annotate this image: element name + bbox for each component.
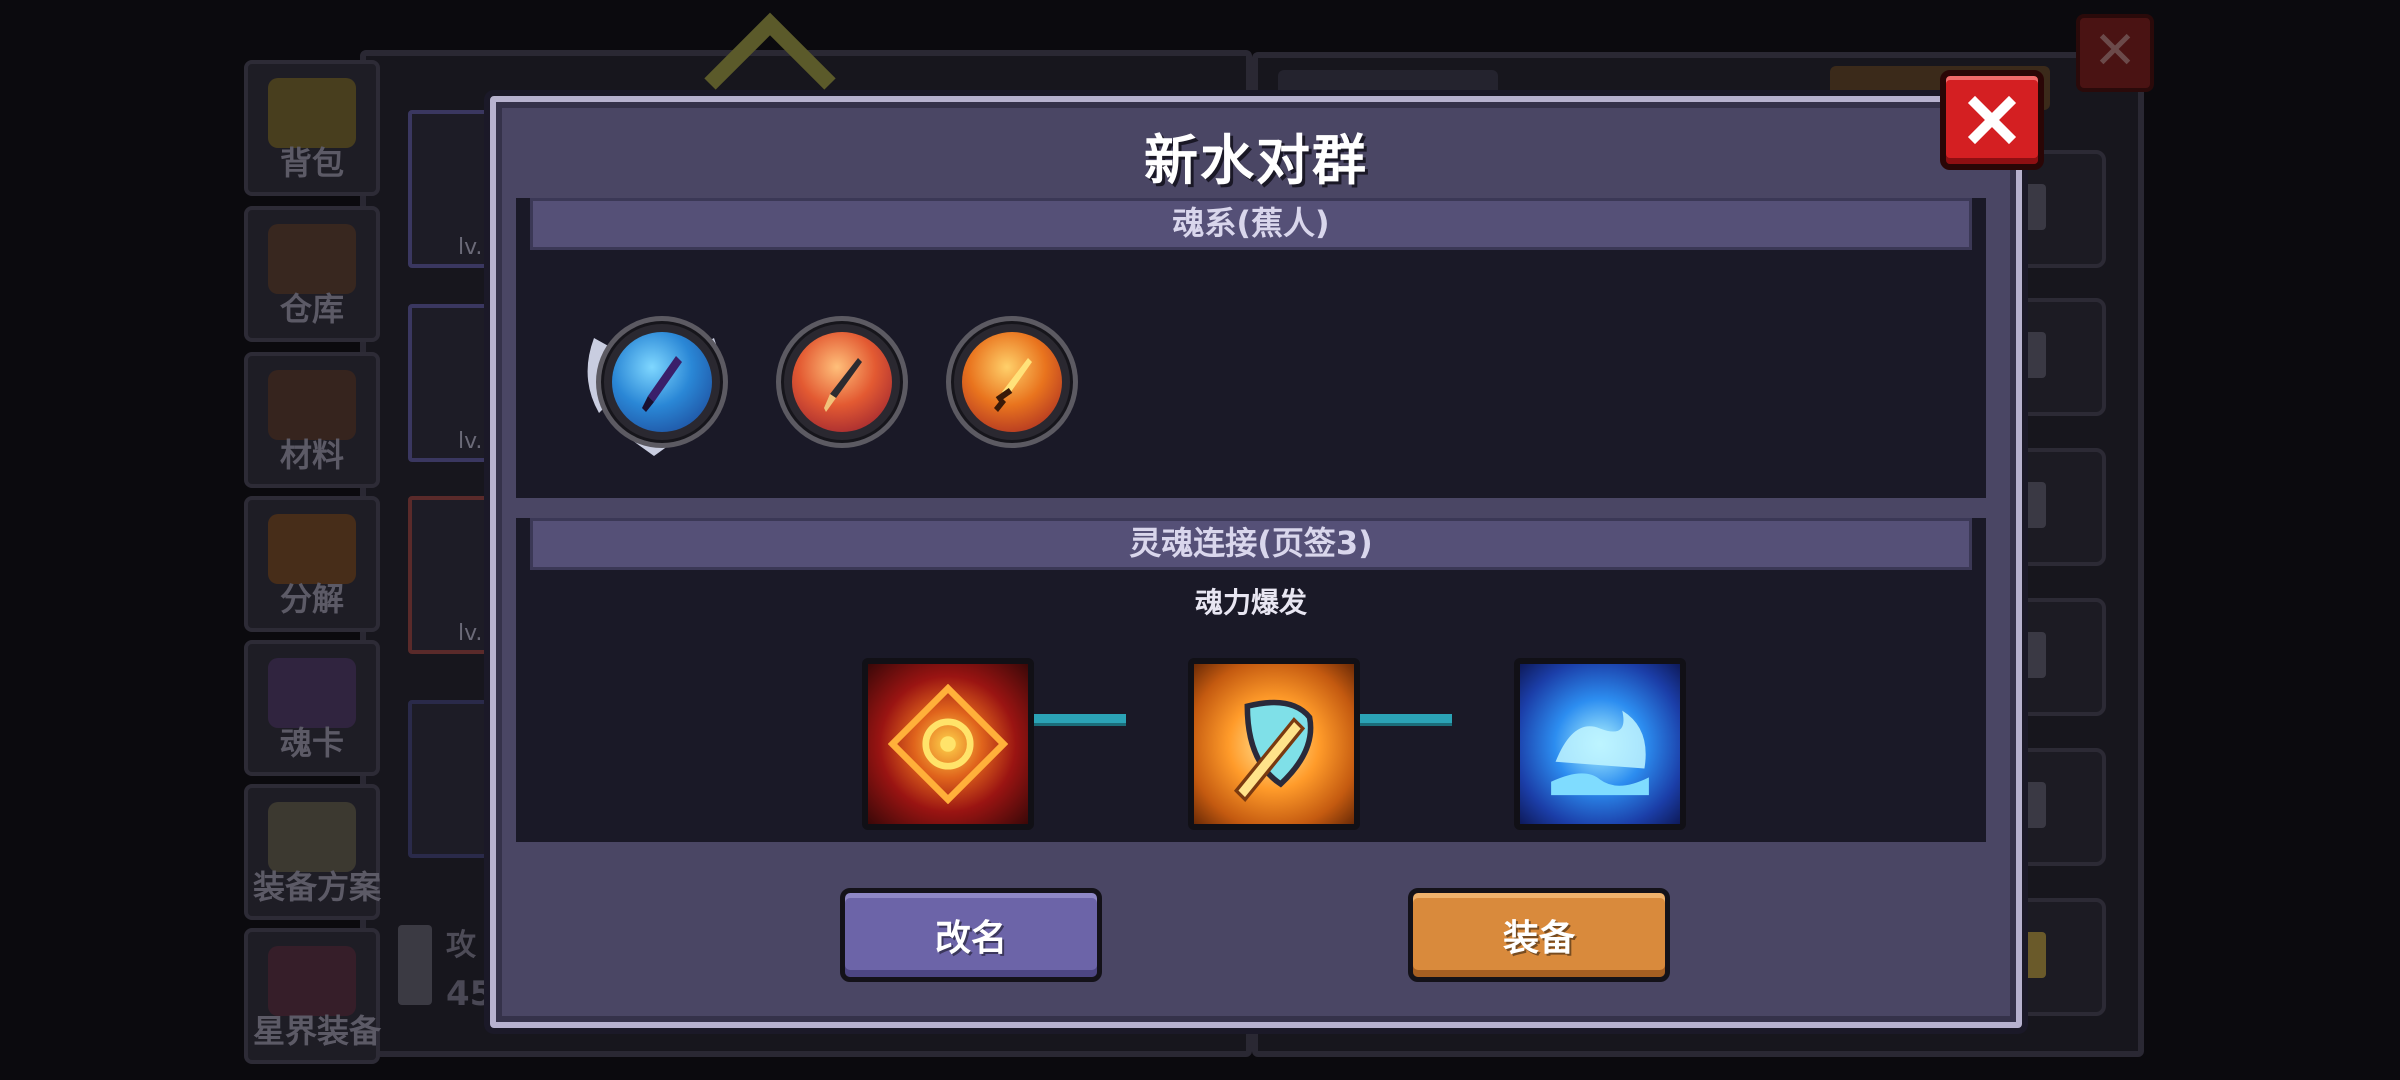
golden-sword-orb-icon <box>962 332 1062 432</box>
tab-label: 星界装备 <box>252 1012 381 1050</box>
close-icon <box>1967 95 2017 145</box>
dialog-title: 新水对群 <box>1144 129 1368 192</box>
soul-type-section: 魂系(蕉人) <box>516 198 1986 498</box>
soul-orb[interactable] <box>946 316 1078 448</box>
soul-link-rune[interactable] <box>1188 658 1360 830</box>
soul-orb[interactable] <box>776 316 908 448</box>
slot-icon <box>2024 782 2046 828</box>
inventory-card[interactable]: lv. <box>408 304 494 462</box>
link-connector <box>1026 714 1126 726</box>
game-screen: 背包 仓库 材料 分解 魂卡 装备方案 星界装备 lv. lv. lv. 攻 4… <box>0 0 2400 1080</box>
tab-decompose[interactable]: 分解 <box>244 496 380 632</box>
active-link-label: 魂力爆发 <box>1194 586 1307 619</box>
water-wave-icon <box>1551 710 1649 796</box>
tab-astral-equipment[interactable]: 星界装备 <box>244 928 381 1064</box>
blade-shield-icon <box>1233 699 1314 803</box>
attack-label: 攻 <box>446 928 476 963</box>
soul-link-rune[interactable] <box>862 658 1034 830</box>
tab-label: 分解 <box>279 580 344 618</box>
card-level: lv. <box>458 621 483 646</box>
dialog-close-button[interactable] <box>1940 70 2044 170</box>
tab-materials[interactable]: 材料 <box>244 352 380 488</box>
tab-equipment-plan[interactable]: 装备方案 <box>244 784 381 920</box>
inventory-card[interactable]: lv. <box>408 110 494 268</box>
flame-spear-orb-icon <box>792 332 892 432</box>
equip-slot[interactable] <box>2010 448 2106 566</box>
rename-button[interactable]: 改名 <box>840 888 1102 982</box>
tab-backpack[interactable]: 背包 <box>244 60 380 196</box>
tab-label: 魂卡 <box>279 724 344 762</box>
inventory-card[interactable] <box>408 700 494 858</box>
slot-icon <box>2024 332 2046 378</box>
attack-stat: 攻 45 <box>446 920 493 1014</box>
equip-slot-locked[interactable] <box>2010 898 2106 1016</box>
soul-type-header: 魂系(蕉人) <box>530 198 1972 250</box>
close-icon: ✕ <box>2093 21 2137 81</box>
link-connector <box>1352 714 1452 726</box>
lock-icon <box>2024 932 2046 978</box>
background-close-button[interactable]: ✕ <box>2076 14 2154 92</box>
slot-icon <box>2024 184 2046 230</box>
soul-link-rune[interactable] <box>1514 658 1686 830</box>
tab-label: 装备方案 <box>252 868 381 906</box>
blue-dagger-orb-icon <box>612 332 712 432</box>
tab-label: 材料 <box>279 436 344 474</box>
equip-slot[interactable] <box>2010 298 2106 416</box>
crimson-sigil-icon <box>888 684 1008 804</box>
soul-link-header: 灵魂连接(页签3) <box>530 518 1972 570</box>
slot-icon <box>2024 632 2046 678</box>
card-level: lv. <box>458 235 483 260</box>
equip-button[interactable]: 装备 <box>1408 888 1670 982</box>
scroll-up-arrow-icon[interactable] <box>700 12 840 92</box>
equip-slot[interactable] <box>2010 598 2106 716</box>
tab-soul-card[interactable]: 魂卡 <box>244 640 380 776</box>
tab-label: 仓库 <box>279 290 344 328</box>
card-level: lv. <box>458 429 483 454</box>
soul-set-dialog: 新水对群 魂系(蕉人) 灵魂连接(页签3) 魂力爆发 改名 装备 <box>490 96 2022 1028</box>
sword-icon <box>398 925 432 1005</box>
tab-label: 背包 <box>279 144 344 182</box>
slot-icon <box>2024 482 2046 528</box>
equip-slot[interactable] <box>2010 748 2106 866</box>
inventory-card[interactable]: lv. <box>408 496 494 654</box>
soul-orb[interactable] <box>596 316 728 448</box>
tab-warehouse[interactable]: 仓库 <box>244 206 380 342</box>
attack-value: 45 <box>446 974 494 1014</box>
soul-link-section: 灵魂连接(页签3) 魂力爆发 <box>516 518 1986 842</box>
